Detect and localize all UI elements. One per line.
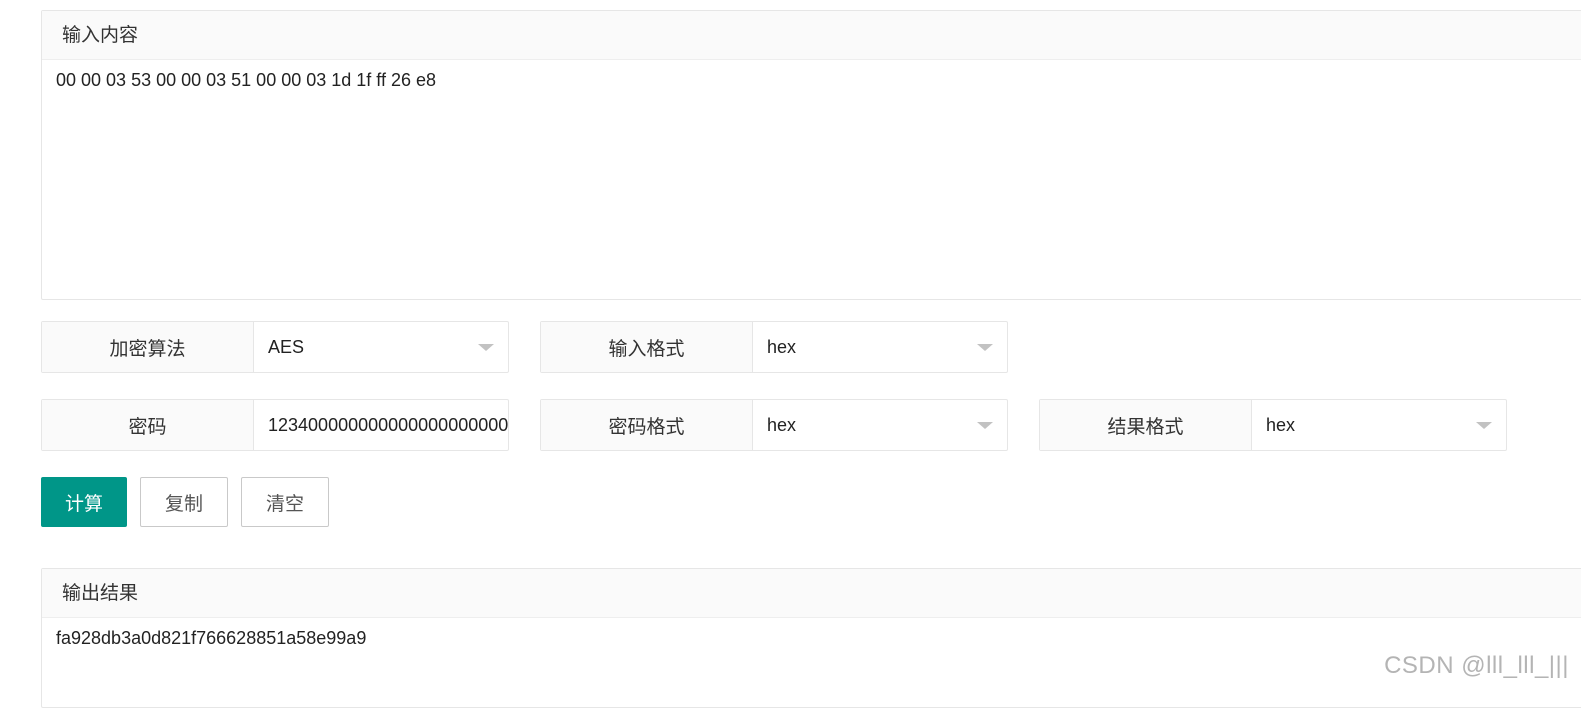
password-label: 密码 (42, 400, 254, 450)
output-panel: 输出结果 fa928db3a0d821f766628851a58e99a9 (41, 568, 1581, 708)
algorithm-select[interactable]: AES (254, 322, 508, 372)
algorithm-label: 加密算法 (42, 322, 254, 372)
input-textarea[interactable]: 00 00 03 53 00 00 03 51 00 00 03 1d 1f f… (42, 60, 1581, 100)
result-format-field: 结果格式 hex (1039, 399, 1507, 451)
password-input[interactable]: 12340000000000000000000000000000 (254, 400, 508, 450)
result-format-select[interactable]: hex (1252, 400, 1506, 450)
copy-button[interactable]: 复制 (140, 477, 228, 527)
password-format-select[interactable]: hex (753, 400, 1007, 450)
chevron-down-icon (478, 344, 494, 351)
chevron-down-icon (977, 344, 993, 351)
input-format-field: 输入格式 hex (540, 321, 1008, 373)
password-format-select-value: hex (767, 414, 797, 435)
input-format-select-value: hex (767, 336, 797, 357)
result-format-label: 结果格式 (1040, 400, 1252, 450)
password-format-label: 密码格式 (541, 400, 753, 450)
clear-button[interactable]: 清空 (241, 477, 329, 527)
compute-button[interactable]: 计算 (41, 477, 127, 527)
input-panel: 输入内容 00 00 03 53 00 00 03 51 00 00 03 1d… (41, 10, 1581, 300)
chevron-down-icon (977, 422, 993, 429)
chevron-down-icon (1476, 422, 1492, 429)
watermark: CSDN @lll_lll_||| (1384, 652, 1569, 679)
password-format-field: 密码格式 hex (540, 399, 1008, 451)
output-panel-title: 输出结果 (42, 569, 1581, 618)
password-field: 密码 12340000000000000000000000000000 (41, 399, 509, 451)
result-format-select-value: hex (1266, 414, 1296, 435)
output-textarea[interactable]: fa928db3a0d821f766628851a58e99a9 (42, 618, 1581, 658)
algorithm-select-value: AES (268, 336, 305, 357)
input-format-select[interactable]: hex (753, 322, 1007, 372)
algorithm-field: 加密算法 AES (41, 321, 509, 373)
input-format-label: 输入格式 (541, 322, 753, 372)
input-panel-title: 输入内容 (42, 11, 1581, 60)
